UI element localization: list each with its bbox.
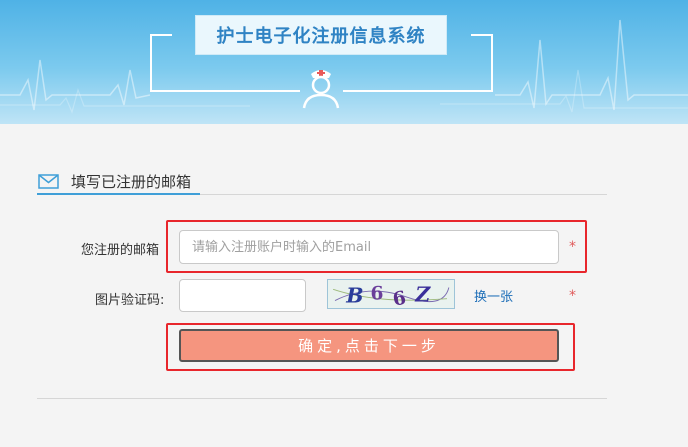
captcha-required-mark: *: [569, 288, 576, 304]
bottom-divider: [37, 398, 607, 399]
captcha-input[interactable]: [179, 279, 306, 312]
highlight-box-email: [166, 220, 587, 273]
captcha-label: 图片验证码:: [95, 293, 165, 308]
captcha-char: B: [345, 283, 363, 307]
section-title: 填写已注册的邮箱: [71, 172, 192, 191]
captcha-char: 6: [370, 283, 383, 305]
email-label: 您注册的邮箱: [81, 243, 160, 258]
captcha-image[interactable]: B 6 6 Z: [327, 279, 455, 309]
captcha-char: Z: [414, 282, 431, 306]
header-banner: 护士电子化注册信息系统: [0, 0, 688, 124]
system-title: 护士电子化注册信息系统: [195, 15, 447, 55]
highlight-box-submit: [166, 323, 575, 371]
section-accent-underline: [37, 193, 200, 195]
main-panel: 填写已注册的邮箱 您注册的邮箱 * 图片验证码: B 6 6 Z 换一张 * 确…: [0, 124, 688, 447]
mail-icon: [38, 173, 59, 189]
nurse-avatar-icon: [302, 70, 340, 109]
section-header: 填写已注册的邮箱: [38, 166, 191, 196]
refresh-captcha-link[interactable]: 换一张: [474, 286, 513, 305]
